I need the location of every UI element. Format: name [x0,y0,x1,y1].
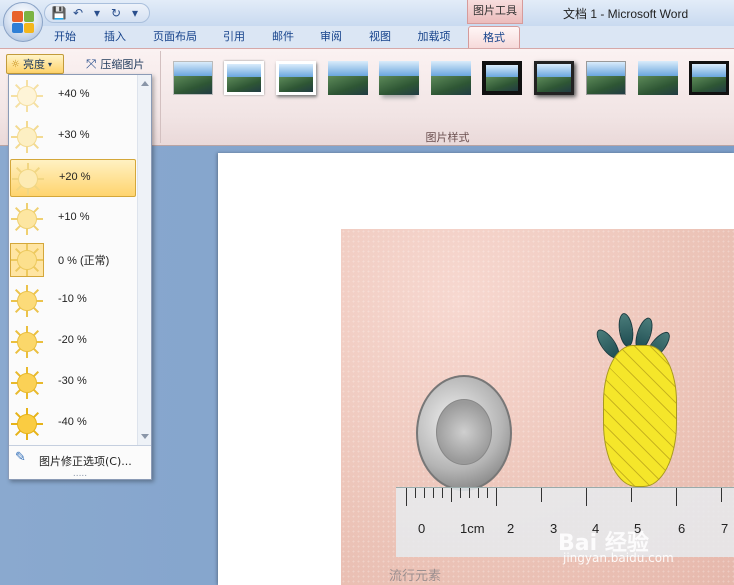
resize-grip-icon[interactable]: ..... [9,470,151,479]
scroll-down-icon[interactable] [141,434,149,439]
brightness-option[interactable]: +30 % [10,118,136,156]
picture-style-thumb[interactable] [431,61,471,95]
brightness-option-label: -10 % [58,293,87,305]
ruler-number: 0 [418,521,426,536]
sun-icon [10,79,44,113]
tab-insert[interactable]: 插入 [97,26,133,48]
brightness-option[interactable]: -10 % [10,282,136,320]
office-logo-icon [12,11,34,33]
compress-icon: ⤧ [86,56,97,72]
quick-access-toolbar: 💾 ↶ ▾ ↻ ▾ [44,3,150,23]
ruler-number: 3 [550,521,558,536]
tab-home[interactable]: 开始 [47,26,83,48]
brightness-option[interactable]: -20 % [10,323,136,361]
window-title: 文档 1 - Microsoft Word [563,7,689,21]
sun-icon [10,325,44,359]
ruler-number: 1cm [460,521,485,536]
brightness-option[interactable]: -30 % [10,364,136,402]
customize-qat-icon[interactable]: ▾ [127,5,143,21]
brightness-icon: ☼ [11,58,20,70]
beaded-pineapple [603,345,677,487]
undo-icon[interactable]: ↶ [70,5,86,21]
sun-icon [10,366,44,400]
redo-icon[interactable]: ↻ [108,5,124,21]
dropdown-divider [9,445,151,446]
coin-image [416,375,512,491]
inserted-picture[interactable]: 0 1cm 2 3 4 5 6 7 流行元素 Bai 经验 jingyan.ba… [341,229,734,585]
tab-add-ins[interactable]: 加载项 [410,26,458,48]
tab-mailings[interactable]: 邮件 [265,26,301,48]
brightness-option[interactable]: 0 % (正常) [10,241,136,279]
scroll-up-icon[interactable] [141,81,149,86]
compress-label: 压缩图片 [100,58,145,71]
chevron-down-icon: ▾ [47,59,52,69]
brightness-option[interactable]: +20 % [10,159,136,197]
picture-style-thumb[interactable] [224,61,264,95]
tab-format[interactable]: 格式 [468,26,520,48]
coin-flower-emblem [436,399,492,465]
brightness-label: 亮度 [22,58,45,71]
sun-icon [10,243,44,277]
tab-references[interactable]: 引用 [216,26,252,48]
brightness-option-label: +10 % [58,211,90,223]
brightness-option[interactable]: -40 % [10,405,136,443]
picture-style-thumb[interactable] [276,61,316,95]
picture-corrections-icon: ✎ [15,450,26,465]
ruler-number: 6 [678,521,686,536]
picture-corrections-label: 图片修正选项(C)... [39,455,132,468]
brightness-option-label: +30 % [58,129,90,141]
brightness-button[interactable]: ☼ 亮度 ▾ [6,54,64,74]
brightness-option-label: -40 % [58,416,87,428]
picture-styles-group-label: 图片样式 [425,131,470,144]
picture-style-gallery [169,61,734,111]
ruler-number: 2 [507,521,515,536]
picture-style-thumb[interactable] [482,61,522,95]
picture-corrections-options-button[interactable]: ✎ 图片修正选项(C)... [9,447,151,471]
picture-style-thumb[interactable] [173,61,213,95]
baidu-watermark-url: jingyan.baidu.com [563,551,674,565]
brightness-option-label: +20 % [59,171,91,183]
photo-watermark: 流行元素 [389,569,442,584]
sun-icon [11,162,45,196]
brightness-option-label: -30 % [58,375,87,387]
brightness-option-label: +40 % [58,88,90,100]
qat-undo-dropdown-icon[interactable]: ▾ [89,5,105,21]
dropdown-scrollbar[interactable] [137,75,151,445]
sun-icon [10,284,44,318]
tab-view[interactable]: 视图 [362,26,398,48]
picture-styles-group: 图片样式 [160,51,734,144]
tab-review[interactable]: 审阅 [313,26,349,48]
compress-pictures-button[interactable]: ⤧ 压缩图片 [86,54,158,74]
title-bar: 💾 ↶ ▾ ↻ ▾ 图片工具 文档 1 - Microsoft Word [0,0,734,26]
picture-style-thumb[interactable] [586,61,626,95]
picture-style-thumb[interactable] [379,61,419,95]
sun-icon [10,120,44,154]
brightness-option[interactable]: +40 % [10,77,136,115]
office-button[interactable] [3,2,43,42]
save-icon[interactable]: 💾 [51,5,67,21]
brightness-option[interactable]: +10 % [10,200,136,238]
picture-style-thumb[interactable] [638,61,678,95]
brightness-option-label: -20 % [58,334,87,346]
picture-tools-context-label: 图片工具 [467,0,523,24]
sun-icon [10,202,44,236]
sun-icon [10,407,44,441]
tab-page-layout[interactable]: 页面布局 [147,26,203,48]
brightness-option-label: 0 % (正常) [58,255,110,267]
ruler-number: 7 [721,521,729,536]
brightness-dropdown: +40 % +30 % +20 % +10 % 0 % (正常) -10 % -20 % -3… [8,74,152,480]
picture-style-thumb[interactable] [689,61,729,95]
picture-style-thumb[interactable] [534,61,574,95]
picture-style-thumb[interactable] [328,61,368,95]
